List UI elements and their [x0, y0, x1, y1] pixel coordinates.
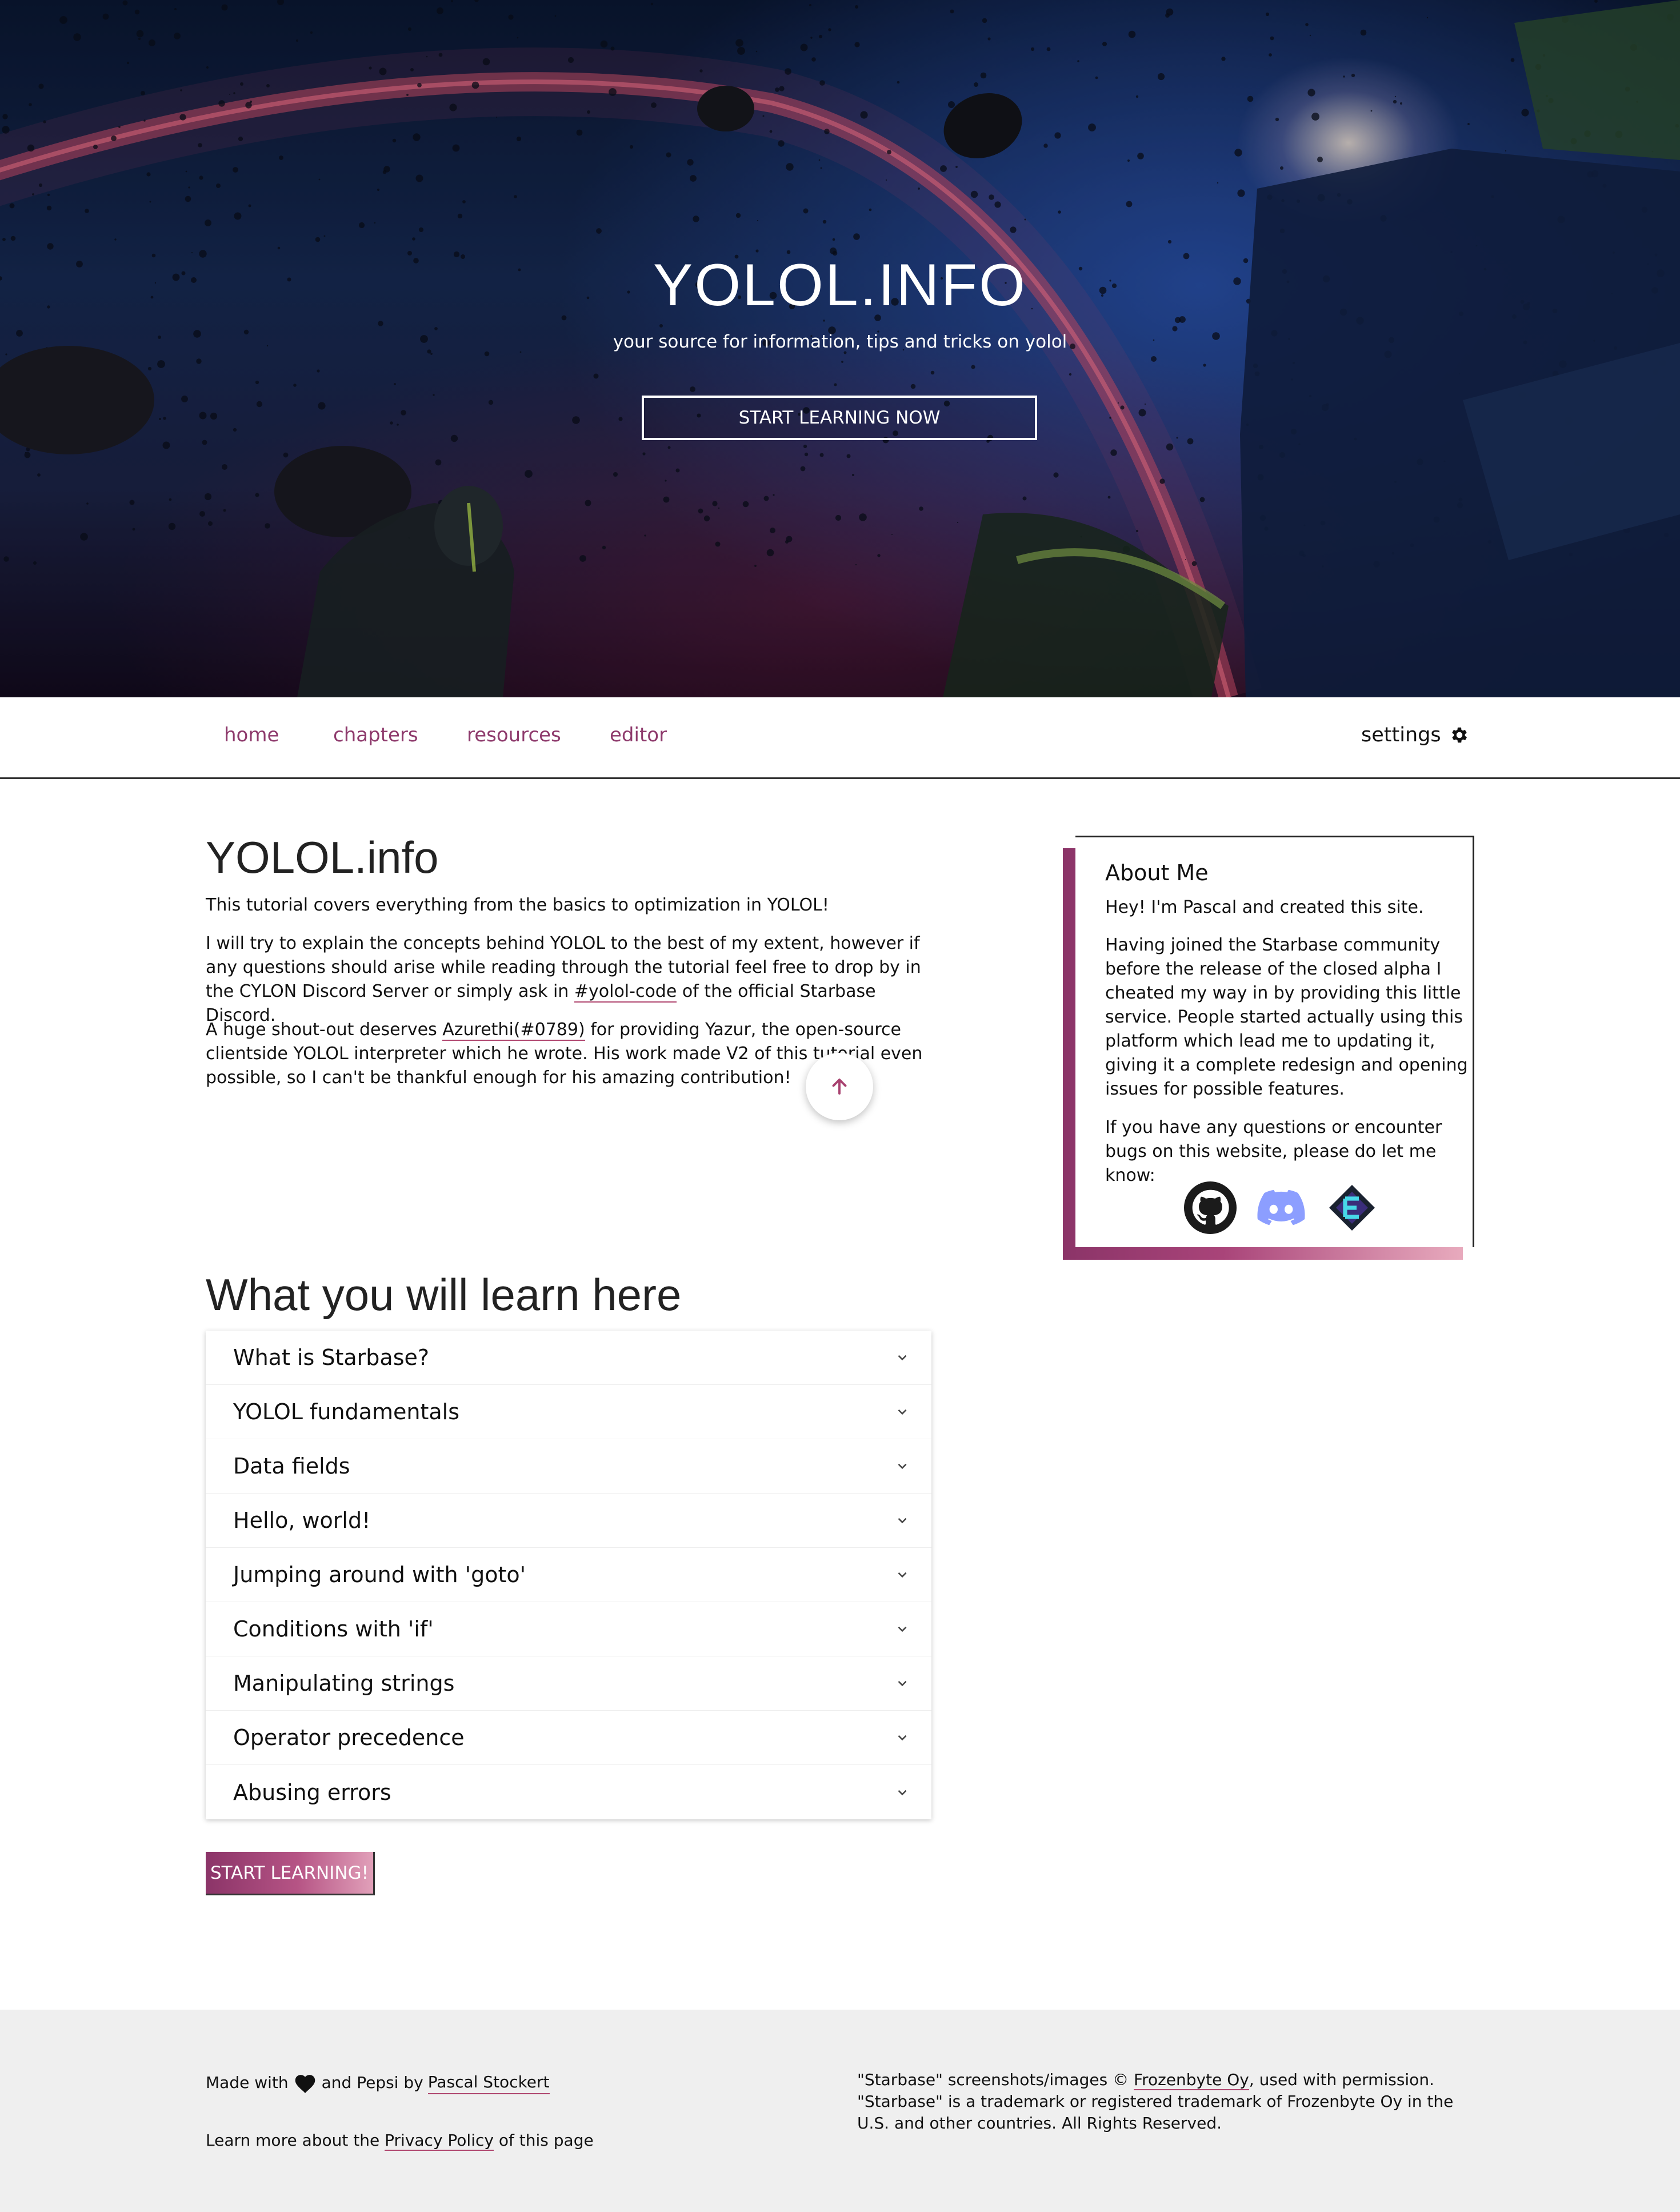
copyright-text-start: "Starbase" screenshots/images ©	[857, 2070, 1134, 2089]
main-navigation: home chapters resources editor settings	[0, 697, 1680, 779]
arrow-up-icon	[832, 1079, 847, 1095]
made-with-line: Made with and Pepsi by Pascal Stockert	[206, 2071, 550, 2094]
chapter-item[interactable]: Hello, world!	[206, 1494, 931, 1548]
chapter-label: YOLOL fundamentals	[233, 1399, 459, 1424]
chevron-down-icon	[898, 1626, 907, 1632]
chapter-item[interactable]: Conditions with 'if'	[206, 1602, 931, 1656]
chapter-item[interactable]: Data fields	[206, 1439, 931, 1494]
starbase-link[interactable]	[1325, 1180, 1379, 1235]
chevron-down-icon	[898, 1735, 907, 1741]
gear-icon	[1451, 727, 1467, 743]
chapter-item[interactable]: YOLOL fundamentals	[206, 1385, 931, 1439]
settings-label: settings	[1361, 724, 1441, 746]
about-contact: If you have any questions or encounter b…	[1105, 1117, 1442, 1185]
chapter-item[interactable]: What is Starbase?	[206, 1331, 931, 1385]
chapter-label: Abusing errors	[233, 1779, 391, 1805]
privacy-policy-link[interactable]: Privacy Policy	[385, 2131, 494, 2151]
shoutout-text-start: A huge shout-out deserves	[206, 1020, 443, 1040]
nav-home[interactable]: home	[224, 724, 279, 746]
yolol-code-channel-link[interactable]: #yolol-code	[574, 981, 677, 1003]
chapter-label: Data fields	[233, 1454, 350, 1479]
chapter-accordion: What is Starbase? YOLOL fundamentals Dat…	[206, 1331, 931, 1819]
chevron-down-icon	[898, 1409, 907, 1415]
chapter-item[interactable]: Manipulating strings	[206, 1656, 931, 1711]
about-greeting: Hey! I'm Pascal and created this site.	[1105, 897, 1424, 917]
chapter-item[interactable]: Jumping around with 'goto'	[206, 1548, 931, 1602]
about-me-card: About Me Hey! I'm Pascal and created thi…	[1063, 836, 1474, 1260]
page-title: YOLOL.info	[206, 832, 439, 883]
learn-more-text: Learn more about the	[206, 2131, 380, 2150]
chevron-down-icon	[898, 1572, 907, 1578]
about-card-body: About Me Hey! I'm Pascal and created thi…	[1075, 836, 1474, 1247]
made-with-text: Made with	[206, 2073, 289, 2092]
chevron-down-icon	[898, 1680, 907, 1687]
chapter-item[interactable]: Abusing errors	[206, 1765, 931, 1819]
scroll-to-top-button[interactable]	[806, 1053, 873, 1120]
social-links	[1075, 1180, 1487, 1235]
chevron-down-icon	[898, 1518, 907, 1524]
azurethi-link[interactable]: Azurethi(#0789)	[442, 1020, 585, 1041]
chapter-label: Manipulating strings	[233, 1671, 455, 1696]
chevron-down-icon	[898, 1790, 907, 1795]
about-story: Having joined the Starbase community bef…	[1105, 935, 1468, 1099]
hero-subtitle: your source for information, tips and tr…	[613, 332, 1067, 352]
chevron-down-icon	[898, 1355, 907, 1361]
of-page-text: of this page	[498, 2131, 594, 2150]
discord-icon	[1257, 1189, 1305, 1225]
starbase-icon	[1329, 1185, 1375, 1231]
nav-resources[interactable]: resources	[467, 724, 561, 746]
chapter-label: Operator precedence	[233, 1725, 465, 1750]
github-link[interactable]	[1183, 1180, 1238, 1235]
footer: Made with and Pepsi by Pascal Stockert L…	[0, 2010, 1680, 2212]
discord-link[interactable]	[1254, 1180, 1309, 1235]
copyright-notice: "Starbase" screenshots/images © Frozenby…	[857, 2069, 1474, 2134]
about-heading: About Me	[1105, 860, 1209, 885]
chapter-label: Hello, world!	[233, 1508, 371, 1533]
nav-editor[interactable]: editor	[610, 724, 667, 746]
chevron-down-icon	[898, 1463, 907, 1470]
and-pepsi-text: and Pepsi by	[321, 2073, 423, 2092]
settings-button[interactable]: settings	[1361, 724, 1470, 746]
learn-section-title: What you will learn here	[206, 1269, 682, 1320]
explanation-paragraph: I will try to explain the concepts behin…	[206, 932, 931, 1028]
heart-icon	[295, 2075, 315, 2093]
chapter-label: What is Starbase?	[233, 1345, 430, 1370]
chapter-item[interactable]: Operator precedence	[206, 1711, 931, 1765]
start-learning-button[interactable]: START LEARNING!	[206, 1852, 375, 1895]
chapter-label: Conditions with 'if'	[233, 1616, 434, 1642]
hero-banner: YOLOL.INFO your source for information, …	[0, 0, 1680, 697]
intro-paragraph: This tutorial covers everything from the…	[206, 895, 829, 915]
github-icon	[1184, 1181, 1237, 1234]
nav-chapters[interactable]: chapters	[333, 724, 418, 746]
privacy-line: Learn more about the Privacy Policy of t…	[206, 2130, 594, 2151]
chapter-label: Jumping around with 'goto'	[233, 1562, 526, 1587]
hero-title: YOLOL.INFO	[653, 252, 1027, 318]
frozenbyte-link[interactable]: Frozenbyte Oy	[1133, 2070, 1249, 2090]
author-link[interactable]: Pascal Stockert	[427, 2071, 550, 2094]
start-learning-now-button[interactable]: START LEARNING NOW	[642, 396, 1037, 440]
